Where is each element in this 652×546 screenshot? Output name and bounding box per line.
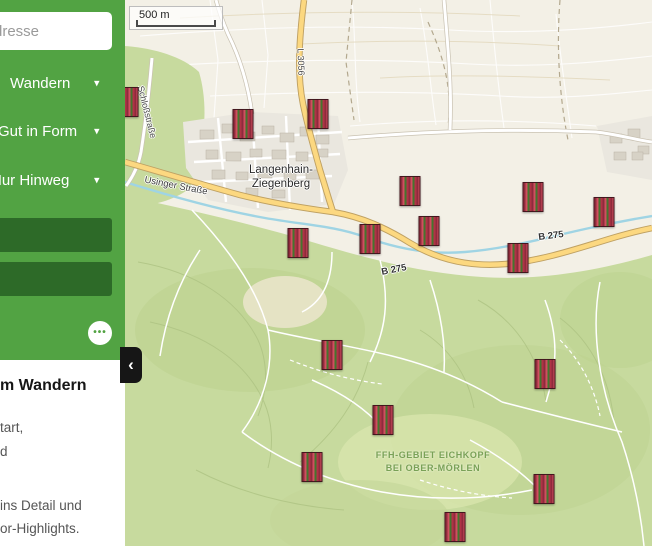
- info-panel: m Wandern tart, d ins Detail und or-High…: [0, 360, 125, 546]
- sidebar-item-nur-hinweg[interactable]: Nur Hinweg ▾: [0, 160, 125, 200]
- sidebar-item-label: Wandern: [10, 74, 71, 92]
- map-marker[interactable]: [522, 182, 544, 212]
- map-marker[interactable]: [534, 359, 556, 389]
- search-input[interactable]: [0, 12, 112, 50]
- map-marker[interactable]: [307, 99, 329, 129]
- panel-text-line: d: [0, 444, 8, 459]
- map-marker[interactable]: [399, 176, 421, 206]
- map-marker[interactable]: [593, 197, 615, 227]
- map-marker[interactable]: [359, 224, 381, 254]
- panel-text-line: or-Highlights.: [0, 521, 80, 536]
- app-window: L 3056 Schloßstraße Usinger Straße B 275…: [0, 0, 652, 546]
- map-marker[interactable]: [232, 109, 254, 139]
- map-marker[interactable]: [444, 512, 466, 542]
- panel-text-line: tart,: [0, 420, 24, 435]
- map-marker[interactable]: [321, 340, 343, 370]
- map-marker[interactable]: [507, 243, 529, 273]
- map-marker[interactable]: [372, 405, 394, 435]
- action-button-2[interactable]: [0, 262, 112, 296]
- collapse-panel-button[interactable]: ‹: [120, 347, 142, 383]
- sidebar-item-label: Gut in Form: [0, 122, 78, 140]
- more-options-button[interactable]: •••: [88, 321, 112, 345]
- map-marker[interactable]: [301, 452, 323, 482]
- chevron-down-icon: ▾: [94, 174, 100, 187]
- ellipsis-icon: •••: [93, 327, 107, 338]
- sidebar-item-wandern[interactable]: Wandern ▾: [0, 63, 125, 103]
- map-marker[interactable]: [533, 474, 555, 504]
- sidebar-item-gut-in-form[interactable]: Gut in Form ▾: [0, 111, 125, 151]
- sidebar-item-label: Nur Hinweg: [0, 171, 70, 189]
- chevron-left-icon: ‹: [128, 355, 134, 374]
- sidebar: Wandern ▾ Gut in Form ▾ Nur Hinweg ▾ •••…: [0, 0, 125, 546]
- chevron-down-icon: ▾: [94, 77, 100, 90]
- panel-text-line: ins Detail und: [0, 498, 82, 513]
- panel-heading: m Wandern: [0, 377, 87, 394]
- map-marker[interactable]: [287, 228, 309, 258]
- action-button-1[interactable]: [0, 218, 112, 252]
- chevron-down-icon: ▾: [94, 125, 100, 138]
- map-marker[interactable]: [418, 216, 440, 246]
